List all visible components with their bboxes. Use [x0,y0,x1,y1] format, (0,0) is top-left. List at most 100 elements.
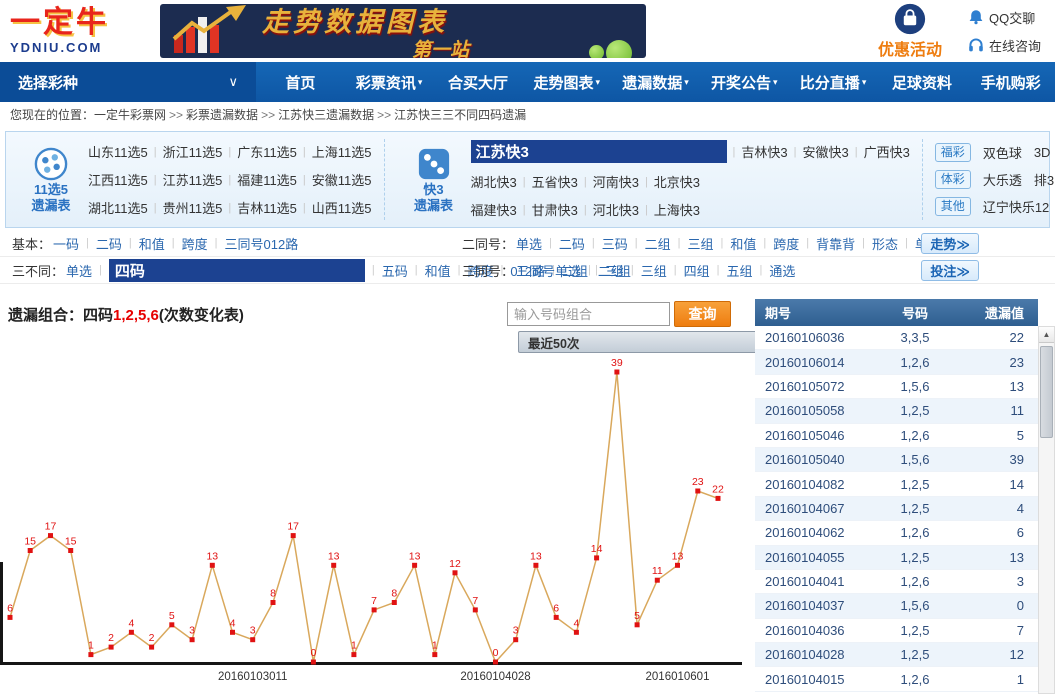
nav-item-合买大厅[interactable]: 合买大厅 [434,62,523,102]
filter-link-二组[interactable]: 二组 [598,261,624,280]
filter-link-二组[interactable]: 二组 [645,234,671,253]
breadcrumb-link[interactable]: 彩票遗漏数据 [186,108,258,122]
lottery-link-山东11选5[interactable]: 山东11选5 [88,142,148,161]
lottery-link-河北快3[interactable]: 河北快3 [593,200,639,219]
miss-cell: 13 [963,379,1038,394]
filter-link-单选[interactable]: 单选 [66,261,92,280]
lottery-link-大乐透[interactable]: 大乐透 [983,170,1022,189]
separator: | [99,264,102,276]
logo[interactable]: 一定牛 YDNIU.COM [0,8,160,54]
lottery-link-安徽快3[interactable]: 安徽快3 [802,142,848,161]
lottery-link-上海11选5[interactable]: 上海11选5 [312,142,372,161]
filter-link-二码[interactable]: 二码 [559,234,585,253]
lottery-link-吉林11选5[interactable]: 吉林11选5 [237,198,297,217]
lottery-link-湖北快3[interactable]: 湖北快3 [471,172,517,191]
filter-link-二码[interactable]: 二码 [96,234,122,253]
breadcrumb-link[interactable]: 一定牛彩票网 [94,108,166,122]
svg-text:6: 6 [7,602,13,614]
nav-item-比分直播[interactable]: 比分直播▾ [789,62,878,102]
separator: | [415,264,418,276]
lottery-link-吉林快3[interactable]: 吉林快3 [741,142,787,161]
miss-cell: 3 [963,574,1038,589]
divider [384,139,385,220]
number-combo-input[interactable] [507,302,670,326]
filter-link-三同号单选[interactable]: 三同号单选 [516,261,581,280]
lottery-link-河南快3[interactable]: 河南快3 [593,172,639,191]
lottery-link-江苏快3[interactable]: 江苏快3 [471,140,727,163]
filter-link-四码[interactable]: 四码 [109,259,365,282]
scroll-up-icon[interactable]: ▲ [1039,327,1054,343]
lottery-link-排3[interactable]: 排3 [1034,170,1054,189]
lottery-link-上海快3[interactable]: 上海快3 [654,200,700,219]
promo-activity-link[interactable]: 优惠活动 [878,3,942,60]
filter-link-五组[interactable]: 五组 [727,261,753,280]
separator: | [372,264,375,276]
filter-link-三码[interactable]: 三码 [602,234,628,253]
lottery-link-贵州11选5[interactable]: 贵州11选5 [163,198,223,217]
breadcrumb-link[interactable]: 江苏快三遗漏数据 [278,108,374,122]
scrollbar[interactable]: ▲ [1038,326,1055,694]
period-cell: 20160104067 [755,501,867,516]
table-row: 201601060363,3,522 [755,326,1038,350]
nav-item-手机购彩[interactable]: 手机购彩 [966,62,1055,102]
query-button[interactable]: 查询 [674,301,731,327]
nav-item-首页[interactable]: 首页 [256,62,345,102]
nav-item-足球资料[interactable]: 足球资料 [877,62,966,102]
lottery-link-安徽11选5[interactable]: 安徽11选5 [312,170,372,189]
lottery-link-福建11选5[interactable]: 福建11选5 [237,170,297,189]
lottery-select[interactable]: 选择彩种 ∨ [0,62,256,102]
page-title: 遗漏组合：四码1,2,5,6(次数变化表) [8,304,244,325]
lottery-link-辽宁快乐12[interactable]: 辽宁快乐12 [983,197,1049,216]
lottery-link-广西快3[interactable]: 广西快3 [864,142,910,161]
lottery-link-浙江11选5[interactable]: 浙江11选5 [163,142,223,161]
miss-cell: 13 [963,550,1038,565]
filter-link-背靠背[interactable]: 背靠背 [816,234,855,253]
lottery-link-3D[interactable]: 3D [1034,145,1051,160]
lottery-link-北京快3[interactable]: 北京快3 [654,172,700,191]
breadcrumb-link[interactable]: 江苏快三三不同四码遗漏 [394,108,526,122]
separator: | [154,174,157,186]
lottery-link-福建快3[interactable]: 福建快3 [471,200,517,219]
online-service-link[interactable]: 在线咨询 [968,36,1041,55]
filter-link-单选[interactable]: 单选 [516,234,542,253]
lottery-link-双色球[interactable]: 双色球 [983,143,1022,162]
lottery-link-五省快3[interactable]: 五省快3 [532,172,578,191]
bet-button[interactable]: 投注≫ [921,260,979,281]
main-nav: 选择彩种 ∨ 首页彩票资讯▾合买大厅走势图表▾遗漏数据▾开奖公告▾比分直播▾足球… [0,62,1055,102]
lottery-link-湖北11选5[interactable]: 湖北11选5 [88,198,148,217]
filter-link-五码[interactable]: 五码 [382,261,408,280]
filter-link-跨度[interactable]: 跨度 [182,234,208,253]
lottery-link-广东11选5[interactable]: 广东11选5 [237,142,297,161]
filter-link-和值[interactable]: 和值 [730,234,756,253]
lottery-link-山西11选5[interactable]: 山西11选5 [312,198,372,217]
lottery-link-甘肃快3[interactable]: 甘肃快3 [532,200,578,219]
numbers-cell: 1,2,6 [867,355,963,370]
filter-link-和值[interactable]: 和值 [139,234,165,253]
svg-text:13: 13 [206,550,218,562]
table-row: 201601040371,5,60 [755,594,1038,618]
scroll-thumb[interactable] [1040,346,1053,438]
filter-link-通选[interactable]: 通选 [769,261,795,280]
filter-link-四组[interactable]: 四组 [684,261,710,280]
nav-item-走势图表[interactable]: 走势图表▾ [522,62,611,102]
nav-item-彩票资讯[interactable]: 彩票资讯▾ [345,62,434,102]
qq-chat-link[interactable]: QQ交聊 [968,8,1041,27]
filter-link-和值[interactable]: 和值 [425,261,451,280]
filter-link-一码[interactable]: 一码 [53,234,79,253]
svg-text:4: 4 [230,617,236,629]
period-cell: 20160105046 [755,428,867,443]
nav-item-遗漏数据[interactable]: 遗漏数据▾ [611,62,700,102]
promo-banner[interactable]: 走势数据图表 第一站 [160,4,646,58]
miss-cell: 7 [963,623,1038,638]
nav-item-开奖公告[interactable]: 开奖公告▾ [700,62,789,102]
filter-link-三组[interactable]: 三组 [641,261,667,280]
trend-button[interactable]: 走势≫ [921,233,979,254]
filter-link-跨度[interactable]: 跨度 [773,234,799,253]
filter-link-三组[interactable]: 三组 [688,234,714,253]
filter-link-形态[interactable]: 形态 [872,234,898,253]
lottery-link-江西11选5[interactable]: 江西11选5 [88,170,148,189]
link-row: 福建快3|甘肃快3|河北快3|上海快3 [471,200,910,219]
svg-text:5: 5 [169,610,175,622]
filter-link-三同号012路[interactable]: 三同号012路 [225,234,299,253]
lottery-link-江苏11选5[interactable]: 江苏11选5 [163,170,223,189]
